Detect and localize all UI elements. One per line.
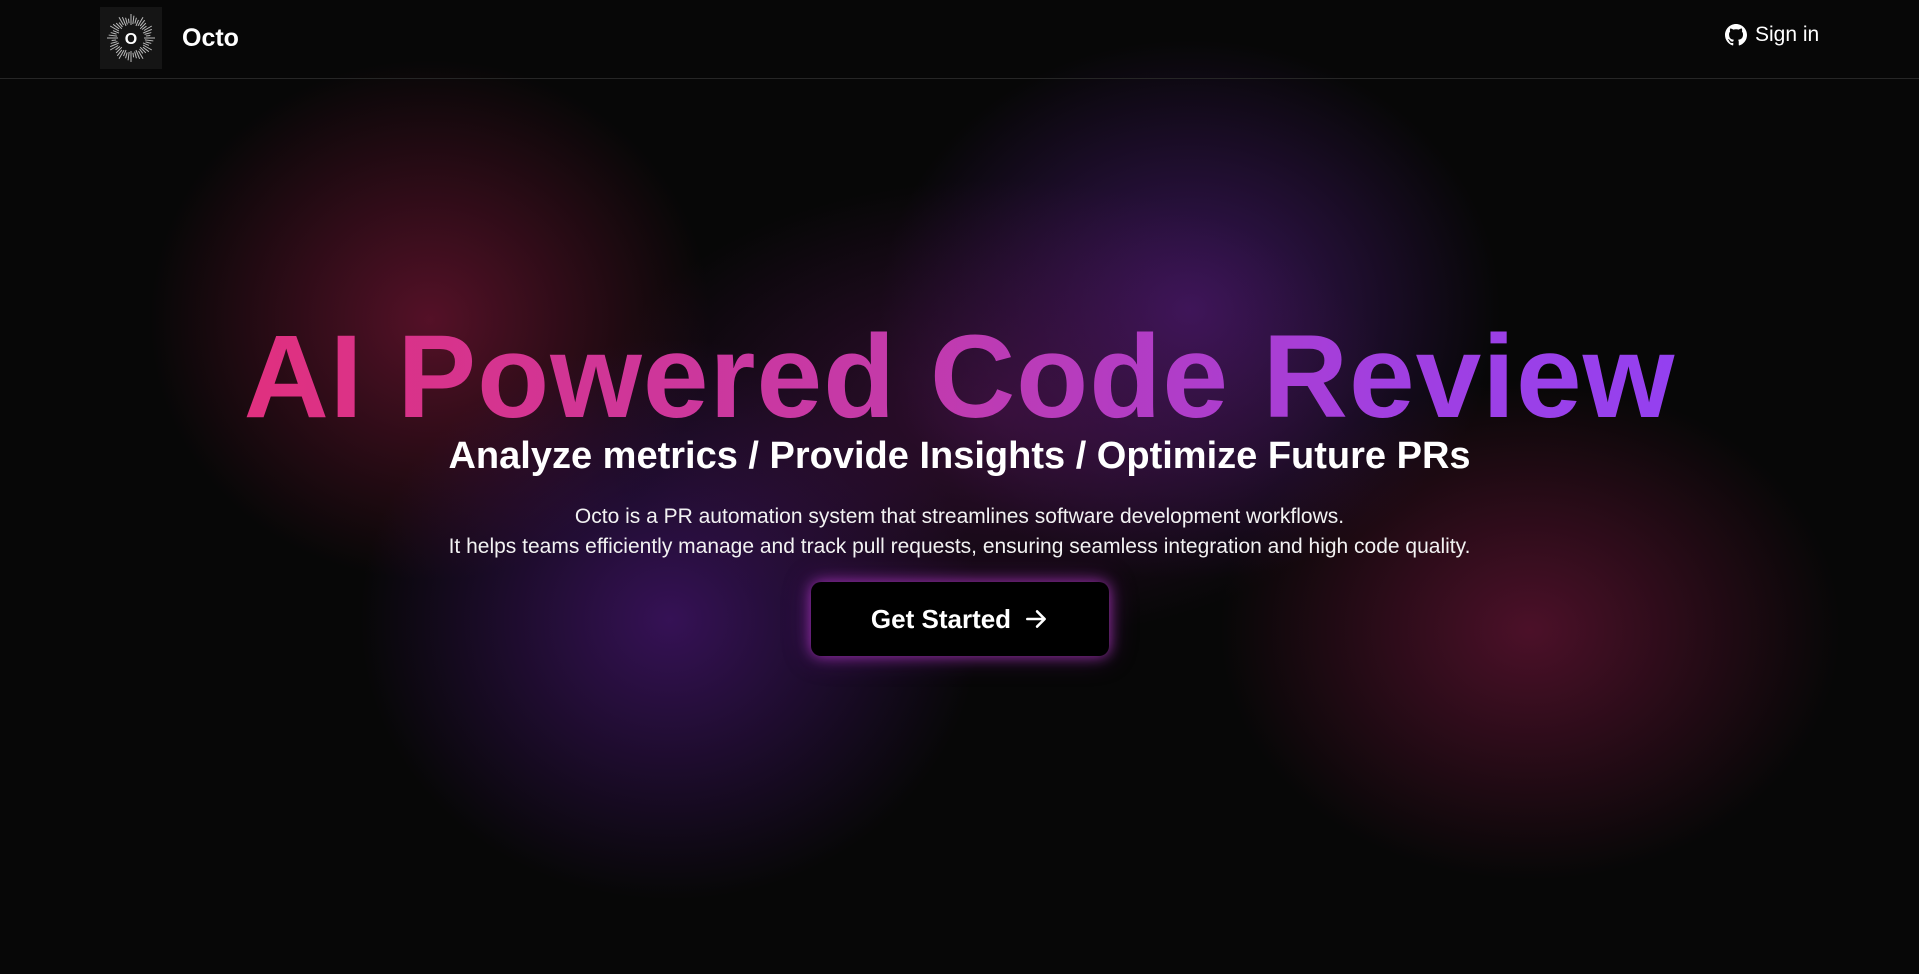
- logo-ray: [132, 15, 135, 25]
- sign-in-button[interactable]: Sign in: [1725, 23, 1819, 47]
- hero-headline: AI Powered Code Review: [0, 312, 1919, 442]
- logo-ray: [139, 22, 147, 30]
- arrow-right-icon: [1026, 610, 1047, 628]
- logo-ray: [137, 16, 144, 27]
- sunburst-logo-icon: O: [100, 7, 162, 69]
- logo-ray: [139, 46, 147, 54]
- logo-ray: [125, 52, 128, 59]
- logo-ray: [110, 41, 118, 44]
- logo-ray: [134, 17, 137, 24]
- logo-ray: [125, 17, 128, 25]
- logo-ray: [127, 51, 130, 61]
- logo-ray: [134, 51, 137, 59]
- hero-description-line-2: It helps teams efficiently manage and tr…: [448, 535, 1471, 558]
- logo-ray: [118, 49, 125, 60]
- brand-name: Octo: [182, 23, 239, 52]
- logo-ray: [115, 22, 123, 30]
- logo-ray: [142, 44, 153, 51]
- background-glow-purple-top: [880, 40, 1500, 580]
- sign-in-label: Sign in: [1755, 23, 1820, 46]
- logo-ray: [110, 32, 117, 35]
- hero-subheadline: Analyze metrics / Provide Insights / Opt…: [448, 435, 1471, 477]
- logo-ray: [127, 18, 130, 24]
- logo-ray: [145, 41, 152, 44]
- logo-ray: [109, 25, 120, 32]
- logo-letter: O: [125, 31, 137, 48]
- page: O Octo Sign in AI Powered Code Review An…: [0, 0, 1919, 974]
- logo-ray: [108, 34, 118, 37]
- brand-link[interactable]: O Octo: [100, 7, 239, 69]
- logo-ray: [144, 39, 154, 42]
- logo-svg: O: [107, 14, 155, 62]
- logo-ray: [111, 39, 117, 42]
- logo-ray: [145, 34, 151, 37]
- get-started-button[interactable]: Get Started: [811, 582, 1109, 656]
- top-navbar: O Octo Sign in: [0, 0, 1919, 79]
- get-started-label: Get Started: [870, 603, 1012, 634]
- logo-ray: [144, 32, 152, 35]
- github-icon: [1725, 24, 1747, 46]
- hero-description: Octo is a PR automation system that stre…: [0, 502, 1919, 562]
- hero-headline-text: AI Powered Code Review: [243, 311, 1676, 443]
- hero-description-line-1: Octo is a PR automation system that stre…: [574, 505, 1345, 528]
- logo-ray: [115, 46, 123, 54]
- logo-ray: [132, 52, 135, 58]
